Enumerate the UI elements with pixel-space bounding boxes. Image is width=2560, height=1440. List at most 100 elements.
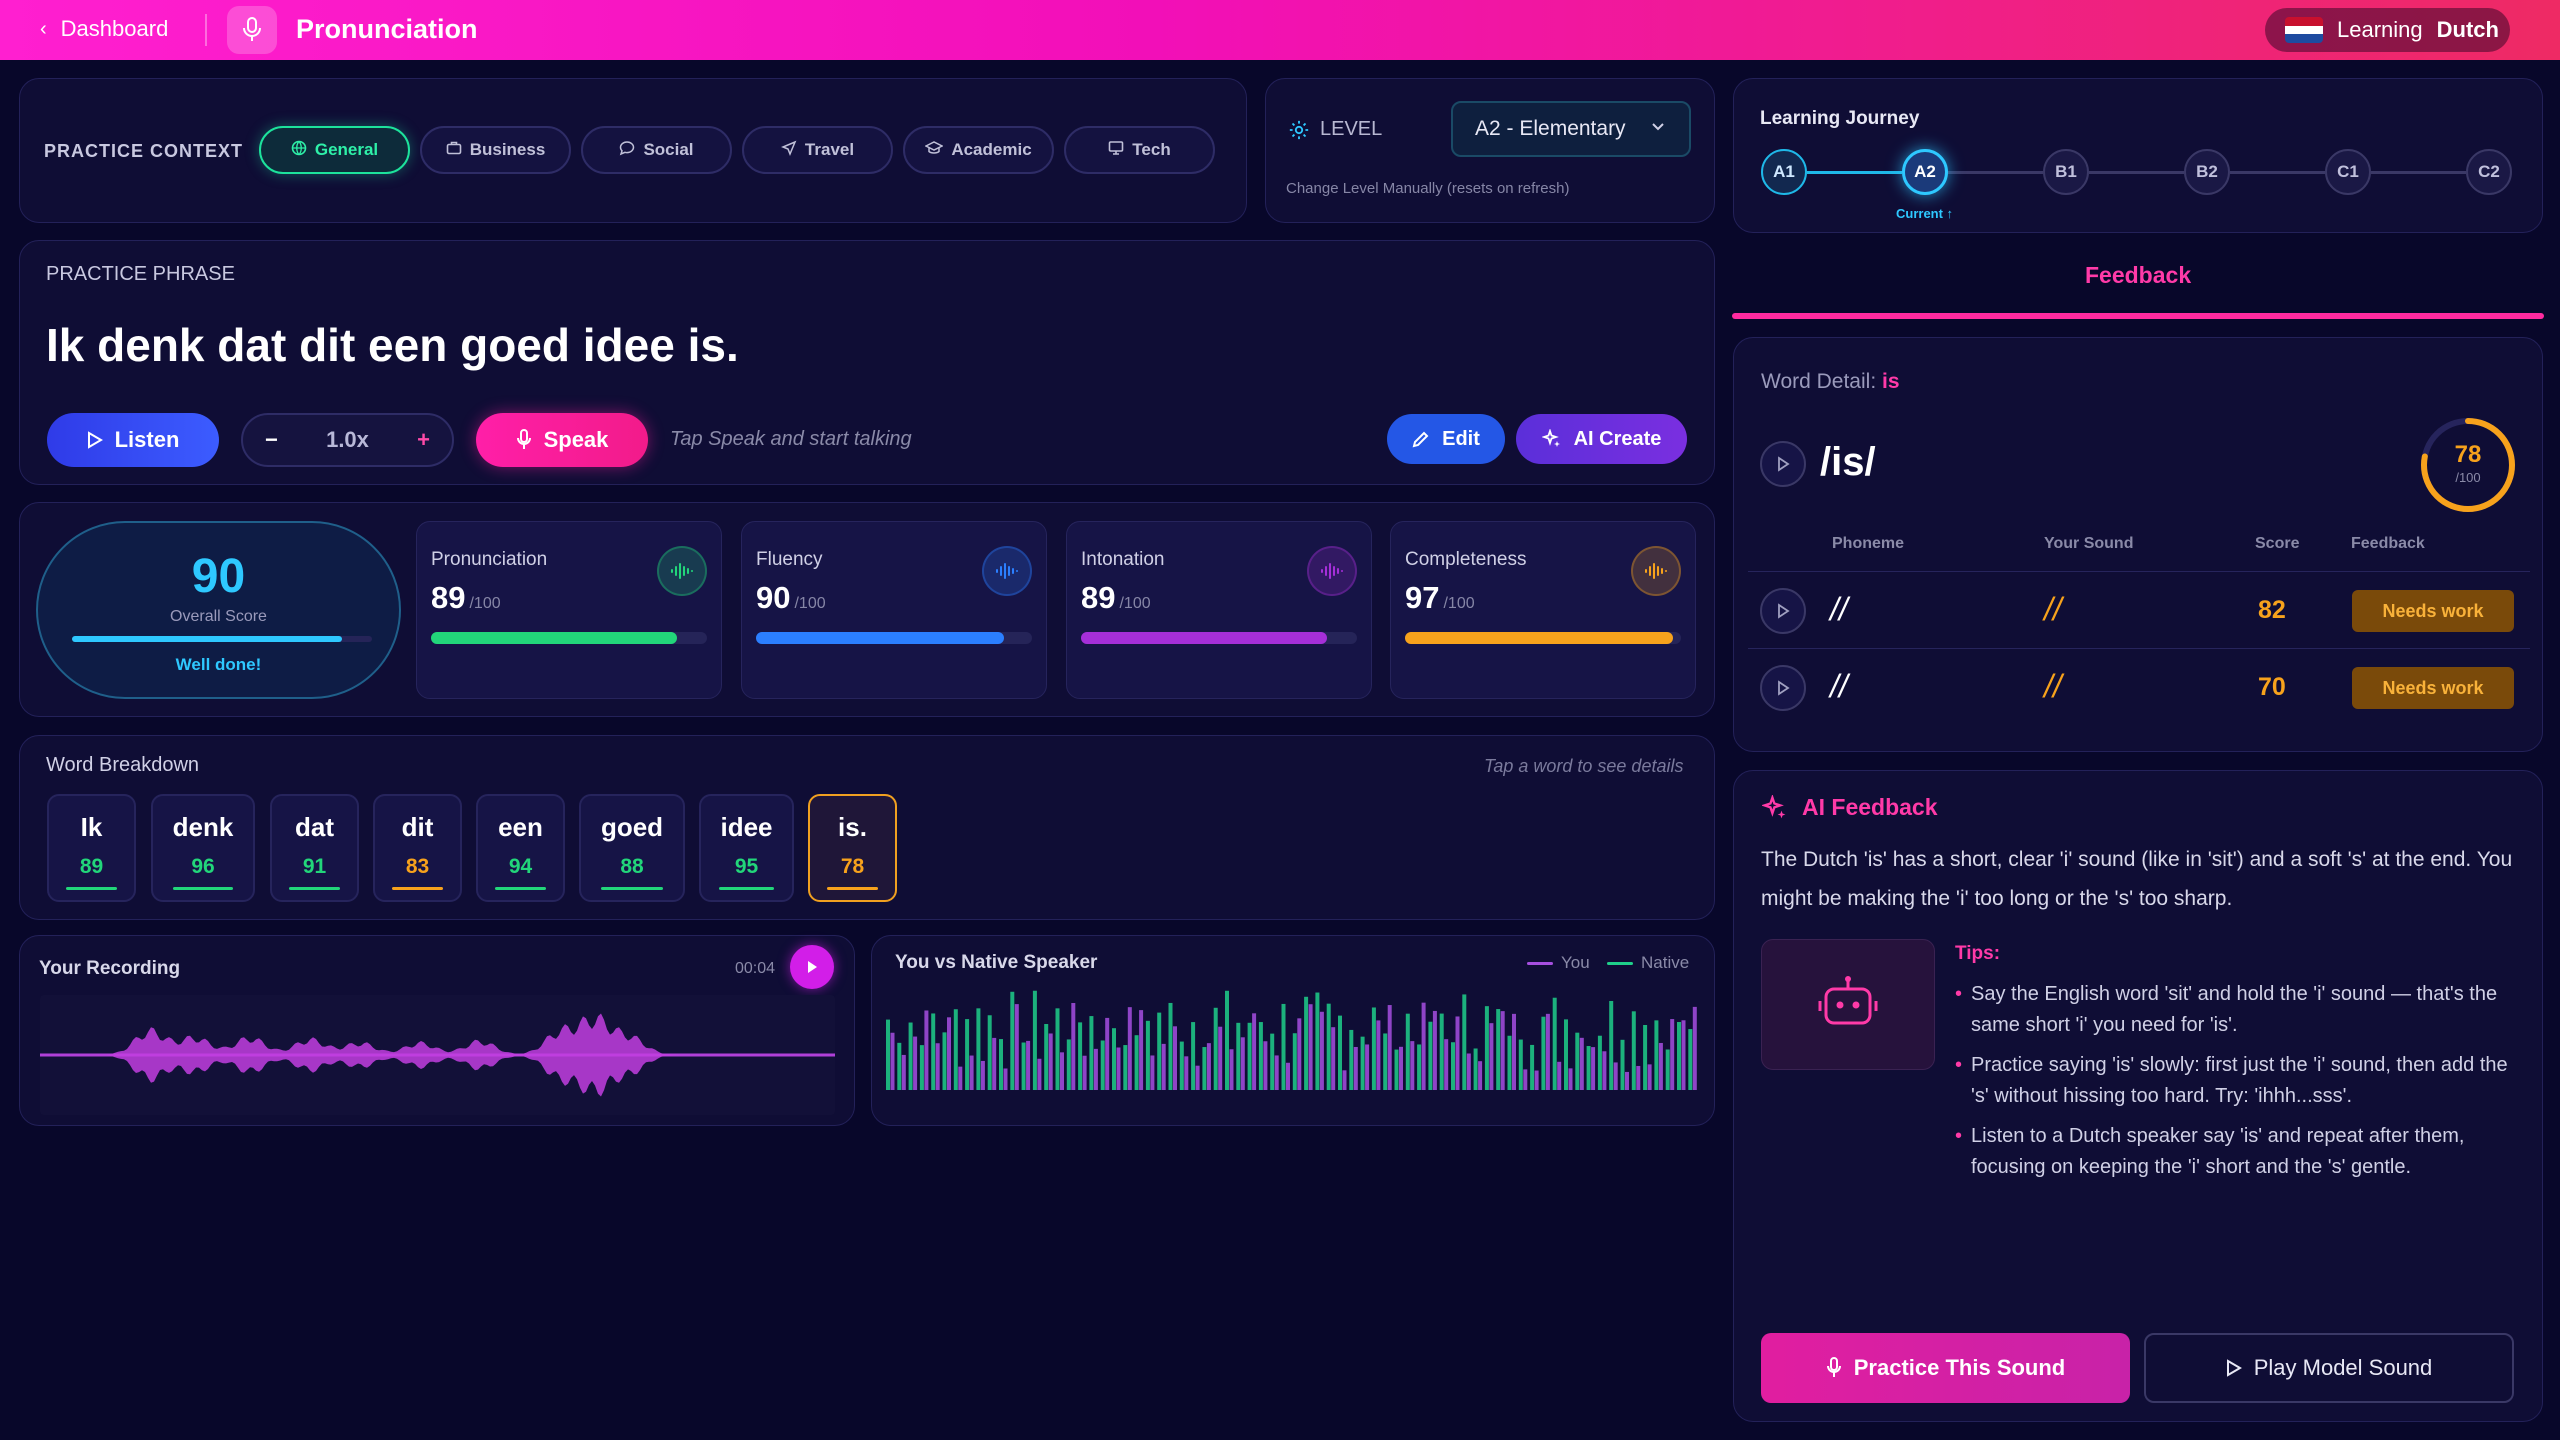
chevron-down-icon	[1649, 117, 1667, 141]
col-header-phoneme: Phoneme	[1832, 535, 1905, 552]
phoneme-score: 82	[2258, 596, 2286, 624]
play-word-button[interactable]	[1760, 441, 1806, 487]
phoneme-symbol: //	[1830, 591, 1848, 627]
practice-phrase-text: Ik denk dat dit een goed idee is.	[46, 319, 739, 371]
back-to-dashboard-button[interactable]: ‹ Dashboard	[40, 16, 168, 42]
monitor-icon	[1108, 140, 1124, 161]
robot-avatar	[1761, 939, 1935, 1070]
recording-time: 00:04	[735, 960, 776, 977]
score-value: 89	[1081, 580, 1116, 615]
word-score-underline	[392, 887, 443, 890]
tip-item: Say the English word 'sit' and hold the …	[1955, 979, 2515, 1041]
word-score: 91	[302, 855, 327, 878]
play-icon	[2226, 1359, 2242, 1377]
play-model-sound-button[interactable]: Play Model Sound	[2144, 1333, 2514, 1403]
tab-feedback[interactable]: Feedback	[2085, 262, 2191, 289]
ai-feedback-title: AI Feedback	[1802, 794, 1938, 820]
journey-level-b2[interactable]: B2	[2184, 149, 2230, 195]
chevron-left-icon: ‹	[40, 17, 47, 40]
score-name: Pronunciation	[431, 549, 548, 570]
context-chip-business[interactable]: Business	[420, 126, 571, 174]
play-phoneme-button[interactable]	[1760, 665, 1806, 711]
level-select[interactable]: A2 - Elementary	[1451, 101, 1691, 157]
context-chip-tech[interactable]: Tech	[1064, 126, 1215, 174]
recording-title: Your Recording	[39, 958, 181, 979]
journey-connector	[1807, 171, 1902, 174]
play-icon	[1778, 680, 1790, 696]
word-score-underline	[495, 887, 546, 890]
tip-item: Listen to a Dutch speaker say 'is' and r…	[1955, 1121, 2515, 1183]
play-phoneme-button[interactable]	[1760, 588, 1806, 634]
context-chip-general[interactable]: General	[259, 126, 410, 174]
journey-connector	[2371, 171, 2466, 174]
listen-button[interactable]: Listen	[47, 413, 219, 467]
context-chip-label: Social	[643, 140, 694, 159]
score-name: Completeness	[1405, 549, 1527, 570]
score-max: /100	[469, 595, 501, 612]
word-chip[interactable]: Ik 89	[47, 794, 136, 902]
play-icon	[808, 961, 817, 973]
speed-increase-button[interactable]: +	[417, 427, 430, 453]
ai-feedback-text: The Dutch 'is' has a short, clear 'i' so…	[1761, 848, 2513, 910]
score-name: Fluency	[756, 549, 823, 570]
word-score: 83	[405, 855, 430, 878]
practice-sound-label: Practice This Sound	[1853, 1355, 2066, 1380]
play-recording-button[interactable]	[790, 945, 834, 989]
overall-score-message: Well done!	[175, 655, 262, 674]
journey-level-b1[interactable]: B1	[2043, 149, 2089, 195]
ai-create-button[interactable]: AI Create	[1516, 414, 1687, 464]
pencil-icon	[1412, 431, 1429, 448]
context-chip-academic[interactable]: Academic	[903, 126, 1054, 174]
word-chip[interactable]: idee 95	[699, 794, 794, 902]
score-value-group: 90/100	[756, 580, 826, 616]
legend-you-label: You	[1561, 953, 1590, 972]
practice-sound-button[interactable]: Practice This Sound	[1761, 1333, 2130, 1403]
speak-label: Speak	[543, 427, 609, 452]
graduation-cap-icon	[924, 140, 945, 161]
gear-icon	[1289, 120, 1309, 139]
word-text: dit	[401, 812, 434, 842]
score-value: 97	[1405, 580, 1440, 615]
learning-journey-title: Learning Journey	[1760, 108, 1920, 129]
speed-decrease-button[interactable]: −	[265, 427, 278, 453]
journey-level-a2[interactable]: A2	[1902, 149, 1948, 195]
col-header-score: Score	[2255, 535, 2300, 552]
sparkles-icon	[1541, 429, 1560, 447]
score-bar	[756, 632, 1032, 644]
journey-level-c2[interactable]: C2	[2466, 149, 2512, 195]
edit-phrase-button[interactable]: Edit	[1387, 414, 1505, 464]
word-breakdown-title: Word Breakdown	[46, 754, 200, 776]
tips-list: Say the English word 'sit' and hold the …	[1955, 979, 2515, 1192]
col-header-your-sound: Your Sound	[2044, 535, 2134, 552]
journey-level-a1[interactable]: A1	[1761, 149, 1807, 195]
context-chip-label: Academic	[951, 140, 1032, 159]
listen-label: Listen	[114, 427, 180, 452]
microphone-icon	[1826, 1357, 1841, 1377]
page-title: Pronunciation	[296, 14, 478, 44]
word-score-underline	[66, 887, 117, 890]
legend-native-label: Native	[1641, 953, 1690, 972]
word-chip[interactable]: goed 88	[579, 794, 685, 902]
microphone-icon	[516, 429, 531, 449]
word-chip[interactable]: dat 91	[270, 794, 359, 902]
speak-button[interactable]: Speak	[476, 413, 648, 467]
soundwave-icon	[982, 546, 1032, 596]
word-chip[interactable]: is. 78	[808, 794, 897, 902]
word-chip[interactable]: dit 83	[373, 794, 462, 902]
sparkles-icon	[1762, 794, 1786, 818]
word-score-underline	[601, 887, 663, 890]
journey-level-c1[interactable]: C1	[2325, 149, 2371, 195]
word-score: 89	[79, 855, 104, 878]
soundwave-icon	[1631, 546, 1681, 596]
playback-speed-control: − 1.0x +	[241, 413, 454, 467]
word-chip[interactable]: denk 96	[151, 794, 255, 902]
level-label: LEVEL	[1320, 118, 1383, 140]
context-chip-travel[interactable]: Travel	[742, 126, 893, 174]
practice-phrase-label: PRACTICE PHRASE	[46, 263, 235, 285]
word-chip[interactable]: een 94	[476, 794, 565, 902]
context-chip-social[interactable]: Social	[581, 126, 732, 174]
word-score: 96	[191, 855, 215, 878]
ai-feedback-header: AI Feedback	[1762, 794, 1938, 821]
score-card-pronunciation: Pronunciation 89/100	[416, 521, 722, 699]
learning-language-pill[interactable]: Learning Dutch	[2265, 8, 2510, 52]
